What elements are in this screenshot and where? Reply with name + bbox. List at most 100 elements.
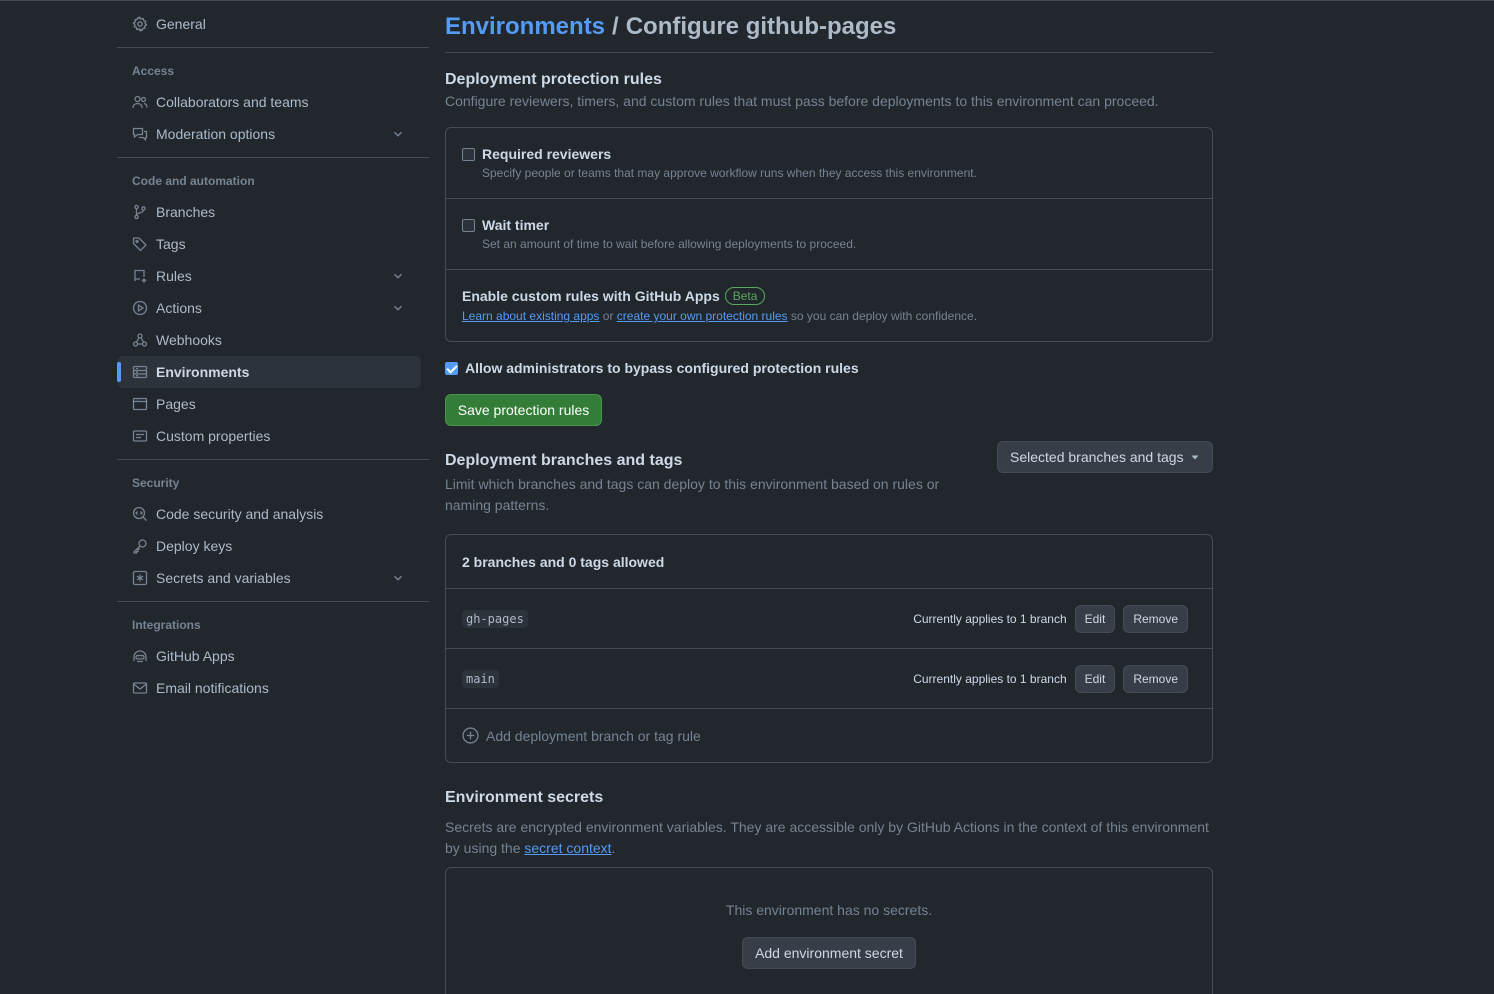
main-content: Environments / Configure github-pages De… [445, 0, 1213, 994]
mail-icon [132, 680, 148, 696]
sidebar-heading-integrations: Integrations [132, 618, 201, 632]
branch-name: main [462, 669, 499, 688]
sidebar-item-label: Environments [156, 364, 250, 380]
chevron-down-icon [394, 273, 402, 279]
add-branch-rule-label: Add deployment branch or tag rule [486, 727, 701, 744]
edit-button[interactable]: Edit [1074, 664, 1116, 693]
wait-timer-description: Set an amount of time to wait before all… [482, 237, 857, 251]
sidebar-item-label: Custom properties [156, 428, 271, 444]
comment-discussion-icon [132, 126, 148, 142]
triangle-down-icon [1191, 455, 1199, 460]
branch-applies-text: Currently applies to 1 branch [913, 671, 1067, 686]
breadcrumb-environments-link[interactable]: Environments [445, 13, 605, 41]
environment-secrets-title: Environment secrets [445, 789, 604, 806]
beta-badge: Beta [724, 287, 766, 305]
sidebar-heading-security: Security [132, 476, 180, 490]
sidebar-item-environments[interactable]: Environments [117, 356, 421, 388]
sidebar-item-moderation[interactable]: Moderation options [117, 118, 421, 150]
sidebar-item-actions[interactable]: Actions [117, 292, 421, 324]
sidebar-item-label: Secrets and variables [156, 570, 291, 586]
branch-applies-text: Currently applies to 1 branch [913, 611, 1067, 626]
rule-wait-timer: Wait timer Set an amount of time to wait… [446, 199, 1212, 270]
plus-circle-icon [462, 727, 479, 744]
bypass-checkbox[interactable] [445, 361, 458, 375]
sidebar-item-email-notifications[interactable]: Email notifications [117, 672, 421, 704]
sidebar-item-tags[interactable]: Tags [117, 228, 421, 260]
page-title: Environments / Configure github-pages [445, 0, 1213, 53]
sidebar-item-label: Actions [156, 300, 202, 316]
chevron-down-icon [394, 131, 402, 137]
required-reviewers-checkbox[interactable] [462, 147, 475, 161]
sidebar-divider [117, 601, 429, 602]
secrets-description-period: . [611, 840, 616, 856]
custom-rules-label: Enable custom rules with GitHub Apps [462, 288, 720, 304]
chevron-down-icon [394, 305, 402, 311]
sidebar-item-custom-properties[interactable]: Custom properties [117, 420, 421, 452]
edit-button[interactable]: Edit [1074, 604, 1116, 633]
branch-policy-dropdown[interactable]: Selected branches and tags [997, 441, 1213, 473]
sidebar-heading-access: Access [132, 64, 175, 78]
people-icon [132, 94, 148, 110]
save-protection-rules-button[interactable]: Save protection rules [445, 394, 602, 426]
sidebar-item-label: Collaborators and teams [156, 94, 309, 110]
hubot-icon [132, 648, 148, 664]
deployment-branches-section: Deployment branches and tags Limit which… [445, 441, 1213, 763]
sidebar-item-collaborators[interactable]: Collaborators and teams [117, 86, 421, 118]
sidebar-item-rules[interactable]: Rules [117, 260, 421, 292]
protection-rules-section: Deployment protection rules Configure re… [445, 71, 1213, 426]
webhook-icon [132, 332, 148, 348]
sidebar-item-label: Branches [156, 204, 216, 220]
learn-existing-apps-link[interactable]: Learn about existing apps [462, 309, 599, 323]
sidebar-item-label: General [156, 16, 206, 32]
protection-rules-title: Deployment protection rules [445, 71, 662, 88]
sidebar-divider [117, 47, 429, 48]
create-protection-rules-link[interactable]: create your own protection rules [617, 309, 788, 323]
protection-rules-description: Configure reviewers, timers, and custom … [445, 93, 1159, 109]
sidebar-item-branches[interactable]: Branches [117, 196, 421, 228]
play-icon [132, 300, 148, 316]
browser-icon [132, 396, 148, 412]
page-title-text: Configure github-pages [625, 12, 897, 40]
add-environment-secret-button[interactable]: Add environment secret [742, 937, 916, 969]
server-icon [132, 364, 148, 380]
sidebar-item-label: Pages [156, 396, 196, 412]
environment-secrets-section: Environment secrets Secrets are encrypte… [445, 789, 1213, 994]
sidebar-item-label: Tags [156, 236, 186, 252]
key-icon [132, 538, 148, 554]
sidebar-item-general[interactable]: General [117, 8, 421, 40]
deployment-branches-description: Limit which branches and tags can deploy… [445, 476, 940, 513]
required-reviewers-description: Specify people or teams that may approve… [482, 166, 977, 180]
sidebar-item-deploy-keys[interactable]: Deploy keys [117, 530, 421, 562]
required-reviewers-label: Required reviewers [482, 146, 612, 162]
sidebar-item-label: Moderation options [156, 126, 276, 142]
branch-rule-row: gh-pages Currently applies to 1 branch E… [446, 589, 1212, 649]
no-secrets-text: This environment has no secrets. [725, 902, 933, 918]
branch-rule-row: main Currently applies to 1 branch Edit … [446, 649, 1212, 709]
git-branch-icon [132, 204, 148, 220]
sidebar-item-label: Rules [156, 268, 192, 284]
repo-push-icon [132, 268, 148, 284]
sidebar-item-label: Deploy keys [156, 538, 233, 554]
rule-required-reviewers: Required reviewers Specify people or tea… [446, 128, 1212, 199]
sidebar-item-pages[interactable]: Pages [117, 388, 421, 420]
sidebar-divider [117, 157, 429, 158]
secret-context-link[interactable]: secret context [524, 840, 611, 856]
remove-button[interactable]: Remove [1123, 664, 1188, 693]
sidebar-item-code-security[interactable]: Code security and analysis [117, 498, 421, 530]
bypass-label: Allow administrators to bypass configure… [465, 360, 859, 376]
protection-rules-box: Required reviewers Specify people or tea… [445, 127, 1213, 342]
secrets-empty-box: This environment has no secrets. Add env… [445, 867, 1213, 994]
branch-policy-dropdown-label: Selected branches and tags [1010, 449, 1184, 465]
add-branch-rule-button[interactable]: Add deployment branch or tag rule [446, 709, 1212, 762]
wait-timer-label: Wait timer [482, 217, 550, 233]
sidebar-item-webhooks[interactable]: Webhooks [117, 324, 421, 356]
sidebar-item-github-apps[interactable]: GitHub Apps [117, 640, 421, 672]
wait-timer-checkbox[interactable] [462, 218, 475, 232]
branch-rules-summary: 2 branches and 0 tags allowed [446, 535, 1212, 589]
sidebar-heading-code: Code and automation [132, 174, 255, 188]
key-asterisk-icon [132, 570, 148, 586]
settings-sidebar: General Access Collaborators and teams M… [117, 0, 429, 704]
sidebar-item-secrets[interactable]: Secrets and variables [117, 562, 421, 594]
remove-button[interactable]: Remove [1123, 604, 1188, 633]
rule-custom-apps: Enable custom rules with GitHub Apps Bet… [446, 270, 1212, 341]
